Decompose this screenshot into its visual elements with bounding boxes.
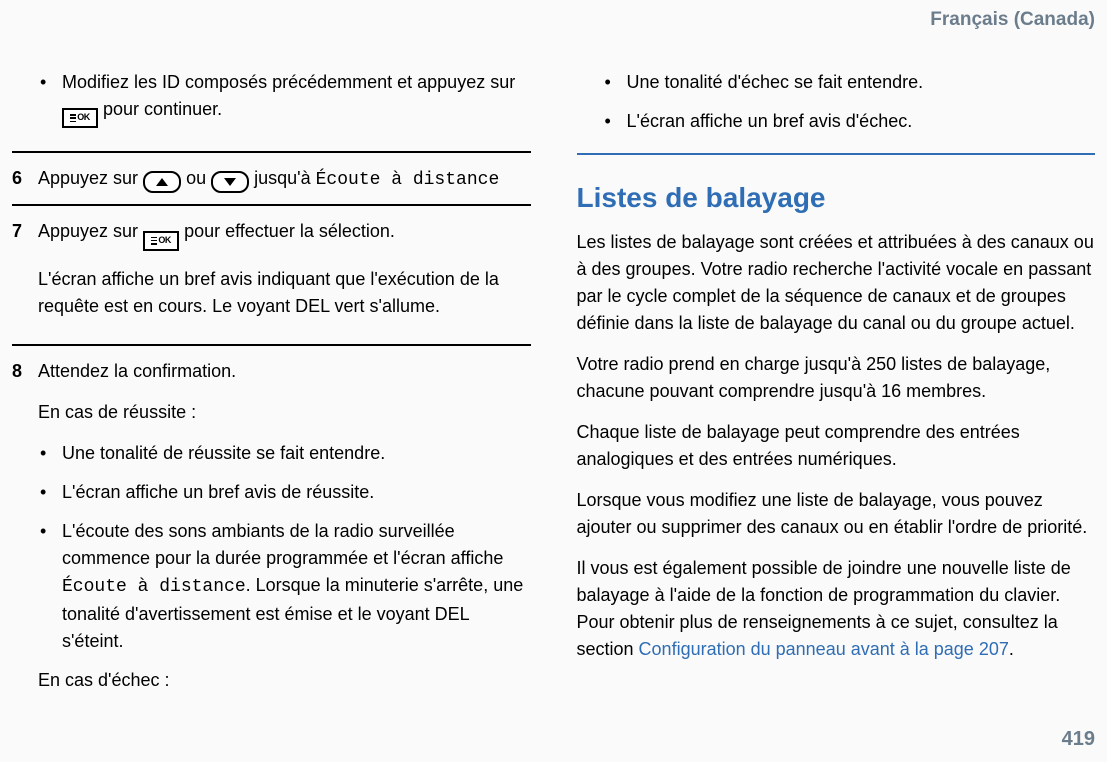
bullet-text: Modifiez les ID composés précédemment et… xyxy=(62,69,531,130)
ok-button-icon: OK xyxy=(143,231,179,251)
paragraph: Lorsque vous modifiez une liste de balay… xyxy=(577,487,1096,541)
separator xyxy=(12,204,531,206)
fail-label: En cas d'échec : xyxy=(38,667,531,694)
cross-reference-link[interactable]: Configuration du panneau avant à la page… xyxy=(639,639,1009,659)
step-6: 6 Appuyez sur ou jusqu'à Écoute à distan… xyxy=(12,165,531,194)
list-item: • L'écoute des sons ambiants de la radio… xyxy=(38,518,531,655)
separator xyxy=(12,151,531,153)
step7-desc: L'écran affiche un bref avis indiquant q… xyxy=(38,266,531,320)
list-item: •L'écran affiche un bref avis d'échec. xyxy=(603,108,1096,135)
step-body: Appuyez sur OK pour effectuer la sélecti… xyxy=(38,218,531,334)
list-item: •L'écran affiche un bref avis de réussit… xyxy=(38,479,531,506)
list-item: •Une tonalité de réussite se fait entend… xyxy=(38,440,531,467)
step-number: 7 xyxy=(12,218,38,334)
section-separator xyxy=(577,153,1096,155)
paragraph: Les listes de balayage sont créées et at… xyxy=(577,229,1096,337)
step-7: 7 Appuyez sur OK pour effectuer la sélec… xyxy=(12,218,531,334)
step-8: 8 Attendez la confirmation. En cas de ré… xyxy=(12,358,531,708)
down-arrow-icon xyxy=(211,171,249,193)
step-body: Appuyez sur ou jusqu'à Écoute à distance xyxy=(38,165,531,194)
paragraph: Il vous est également possible de joindr… xyxy=(577,555,1096,663)
paragraph: Votre radio prend en charge jusqu'à 250 … xyxy=(577,351,1096,405)
paragraph: Chaque liste de balayage peut comprendre… xyxy=(577,419,1096,473)
step-number: 6 xyxy=(12,165,38,194)
left-column: • Modifiez les ID composés précédemment … xyxy=(12,63,531,716)
success-label: En cas de réussite : xyxy=(38,399,531,426)
header-language: Français (Canada) xyxy=(0,0,1107,35)
up-arrow-icon xyxy=(143,171,181,193)
list-item: •Une tonalité d'échec se fait entendre. xyxy=(603,69,1096,96)
step-body: Attendez la confirmation. En cas de réus… xyxy=(38,358,531,708)
menu-item-text: Écoute à distance xyxy=(316,170,500,190)
separator xyxy=(12,344,531,346)
step-continued: • Modifiez les ID composés précédemment … xyxy=(12,63,531,142)
page-number: 419 xyxy=(1062,724,1095,754)
page-body: • Modifiez les ID composés précédemment … xyxy=(0,35,1107,716)
ok-button-icon: OK xyxy=(62,108,98,128)
bullet-dot: • xyxy=(38,69,62,130)
step-number: 8 xyxy=(12,358,38,708)
section-title: Listes de balayage xyxy=(577,177,1096,219)
right-column: •Une tonalité d'échec se fait entendre. … xyxy=(577,63,1096,716)
